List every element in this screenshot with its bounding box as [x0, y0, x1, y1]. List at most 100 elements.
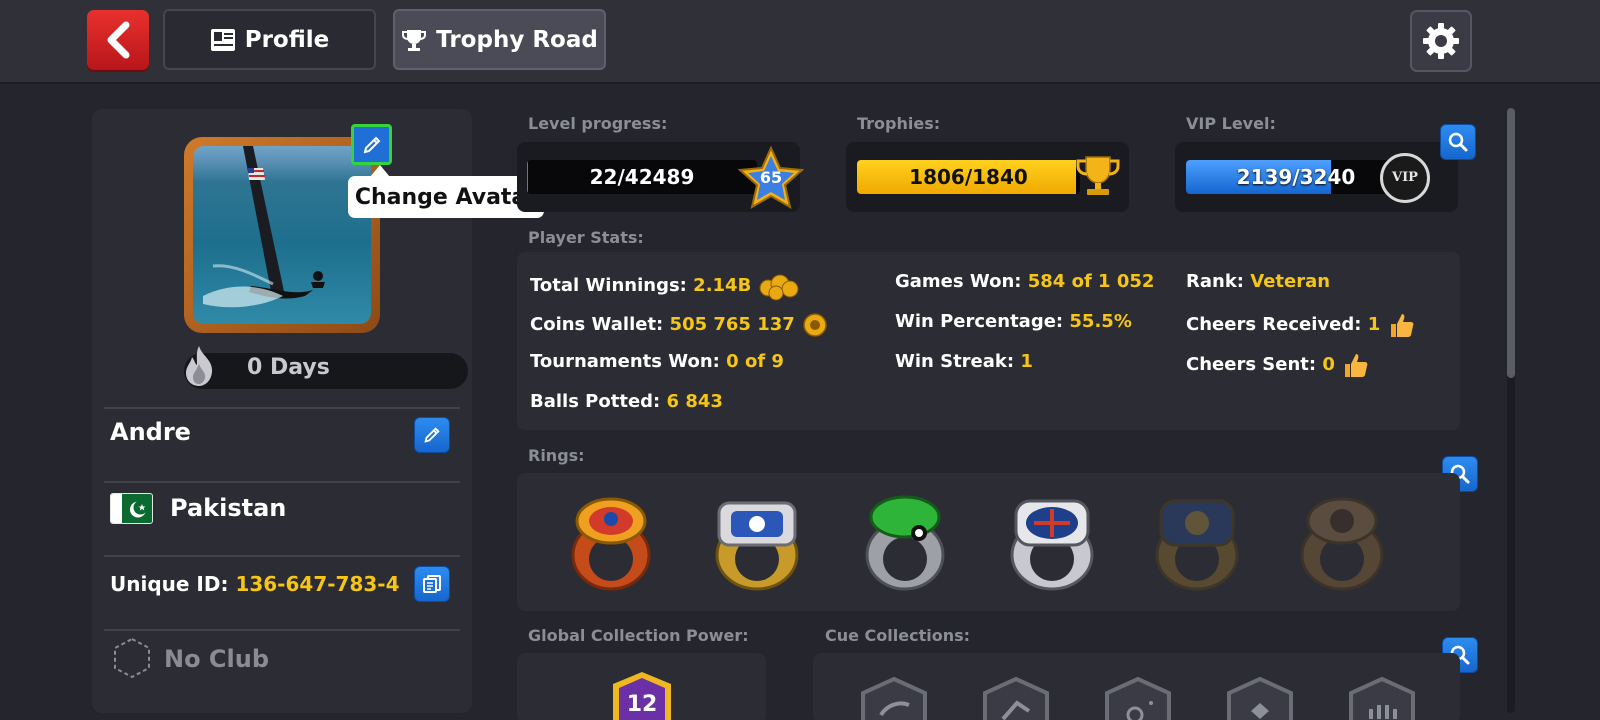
tab-trophy-road-label: Trophy Road [436, 26, 598, 53]
vip-level-value: 2139/3240 [1236, 165, 1356, 189]
stat-win-percentage: Win Percentage: 55.5% [895, 311, 1132, 332]
vip-level-bar: 2139/3240 [1186, 160, 1406, 194]
stat-label: Balls Potted: [530, 391, 661, 412]
player-stats-label: Player Stats: [528, 228, 644, 247]
cue-collection-icon[interactable] [973, 675, 1059, 720]
stat-value: 0 of 9 [726, 351, 784, 372]
cue-collection-icon[interactable] [851, 675, 937, 720]
stat-label: Win Percentage: [895, 311, 1064, 332]
trophies-value: 1806/1840 [909, 165, 1028, 189]
stat-label: Cheers Received: [1186, 314, 1362, 335]
copy-id-button[interactable] [414, 566, 450, 602]
stat-value: 505 765 137 [669, 314, 795, 335]
stat-value: 2.14B [693, 275, 752, 296]
stat-tournaments-won: Tournaments Won: 0 of 9 [530, 351, 784, 372]
vip-level-label: VIP Level: [1186, 114, 1276, 133]
stat-win-streak: Win Streak: 1 [895, 351, 1033, 372]
pencil-icon [363, 136, 380, 153]
stat-value: 6 843 [666, 391, 723, 412]
cue-collection-icon[interactable] [1095, 675, 1181, 720]
profile-card-icon [210, 28, 235, 51]
global-collection-power-panel: 12 [517, 653, 766, 720]
divider [104, 407, 460, 409]
trophies-bar: 1806/1840 [857, 160, 1080, 194]
stat-value: 0 [1322, 354, 1335, 375]
club-name: No Club [164, 645, 270, 673]
level-badge-number: 65 [759, 168, 783, 187]
scrollbar-thumb[interactable] [1507, 108, 1515, 378]
sailboat-image [203, 146, 325, 308]
vip-search-button[interactable] [1440, 124, 1476, 160]
ring-icon[interactable] [1292, 493, 1392, 593]
scrollbar[interactable] [1507, 108, 1515, 713]
edit-name-button[interactable] [414, 417, 450, 453]
stat-value: 1 [1367, 314, 1381, 335]
copy-icon [423, 575, 441, 593]
stat-games-won: Games Won: 584 of 1 052 [895, 271, 1154, 292]
tab-trophy-road[interactable]: Trophy Road [393, 9, 606, 70]
divider [104, 629, 460, 631]
level-progress-bar: 22/42489 [527, 160, 757, 194]
cue-collection-icon[interactable] [1339, 675, 1425, 720]
stat-value: 55.5% [1069, 311, 1132, 332]
rings-panel [517, 473, 1460, 611]
player-name: Andre [110, 418, 191, 446]
collection-power-value: 12 [626, 692, 658, 717]
stat-coins-wallet: Coins Wallet: 505 765 137 [530, 311, 829, 339]
stat-cheers-received: Cheers Received: 1 [1186, 311, 1415, 339]
stat-total-winnings: Total Winnings: 2.14B [530, 271, 800, 301]
global-collection-power-label: Global Collection Power: [528, 626, 749, 645]
ring-icon[interactable] [1002, 493, 1102, 593]
trophies-label: Trophies: [857, 114, 941, 133]
settings-button[interactable] [1410, 10, 1472, 72]
ring-icon[interactable] [1147, 493, 1247, 593]
stat-label: Rank: [1186, 271, 1244, 292]
coins-icon [759, 274, 799, 301]
stat-label: Tournaments Won: [530, 351, 720, 372]
stat-label: Games Won: [895, 271, 1022, 292]
club-icon [114, 637, 150, 679]
cue-collections-label: Cue Collections: [825, 626, 971, 645]
cue-collections-panel [813, 653, 1460, 720]
cue-collection-icon[interactable] [1217, 675, 1303, 720]
flame-icon [186, 346, 213, 386]
unique-id: Unique ID: 136-647-783-4 [110, 572, 400, 596]
change-avatar-tooltip: Change Avatar [348, 165, 544, 218]
gear-icon [1423, 23, 1459, 59]
stat-value: 1 [1020, 351, 1033, 372]
level-progress-label: Level progress: [528, 114, 668, 133]
stat-label: Coins Wallet: [530, 314, 664, 335]
unique-id-value: 136-647-783-4 [235, 572, 400, 596]
stat-rank: Rank: Veteran [1186, 271, 1330, 292]
divider [104, 481, 460, 483]
vip-badge-text: VIP [1392, 170, 1418, 185]
thumbs-up-icon [1345, 354, 1368, 377]
avatar-frame[interactable] [184, 137, 380, 333]
stat-label: Cheers Sent: [1186, 354, 1317, 375]
thumbs-up-icon [1390, 314, 1413, 337]
magnifier-icon [1448, 132, 1468, 152]
change-avatar-button[interactable] [351, 124, 392, 165]
country-name: Pakistan [170, 494, 287, 522]
trophy-icon [1076, 156, 1120, 195]
rings-label: Rings: [528, 446, 585, 465]
avatar [193, 146, 371, 324]
collection-power-badge: 12 [609, 670, 675, 720]
ring-icon[interactable] [563, 493, 659, 593]
trophy-icon [402, 29, 427, 51]
stat-label: Win Streak: [895, 351, 1015, 372]
coin-icon [803, 313, 827, 337]
pencil-icon [424, 427, 440, 443]
ring-icon[interactable] [857, 493, 953, 593]
profile-panel: Change Avatar 0 Days Andre Pakistan Uniq… [92, 109, 544, 713]
level-progress-value: 22/42489 [589, 165, 695, 189]
back-button[interactable] [87, 10, 149, 70]
vip-badge: VIP [1380, 153, 1430, 203]
stat-value: 584 of 1 052 [1027, 271, 1155, 292]
tab-profile-label: Profile [244, 26, 330, 53]
streak-days: 0 Days [247, 355, 330, 380]
tab-profile[interactable]: Profile [163, 9, 376, 70]
divider [104, 555, 460, 557]
ring-icon[interactable] [707, 493, 807, 593]
stat-value: Veteran [1250, 271, 1331, 292]
